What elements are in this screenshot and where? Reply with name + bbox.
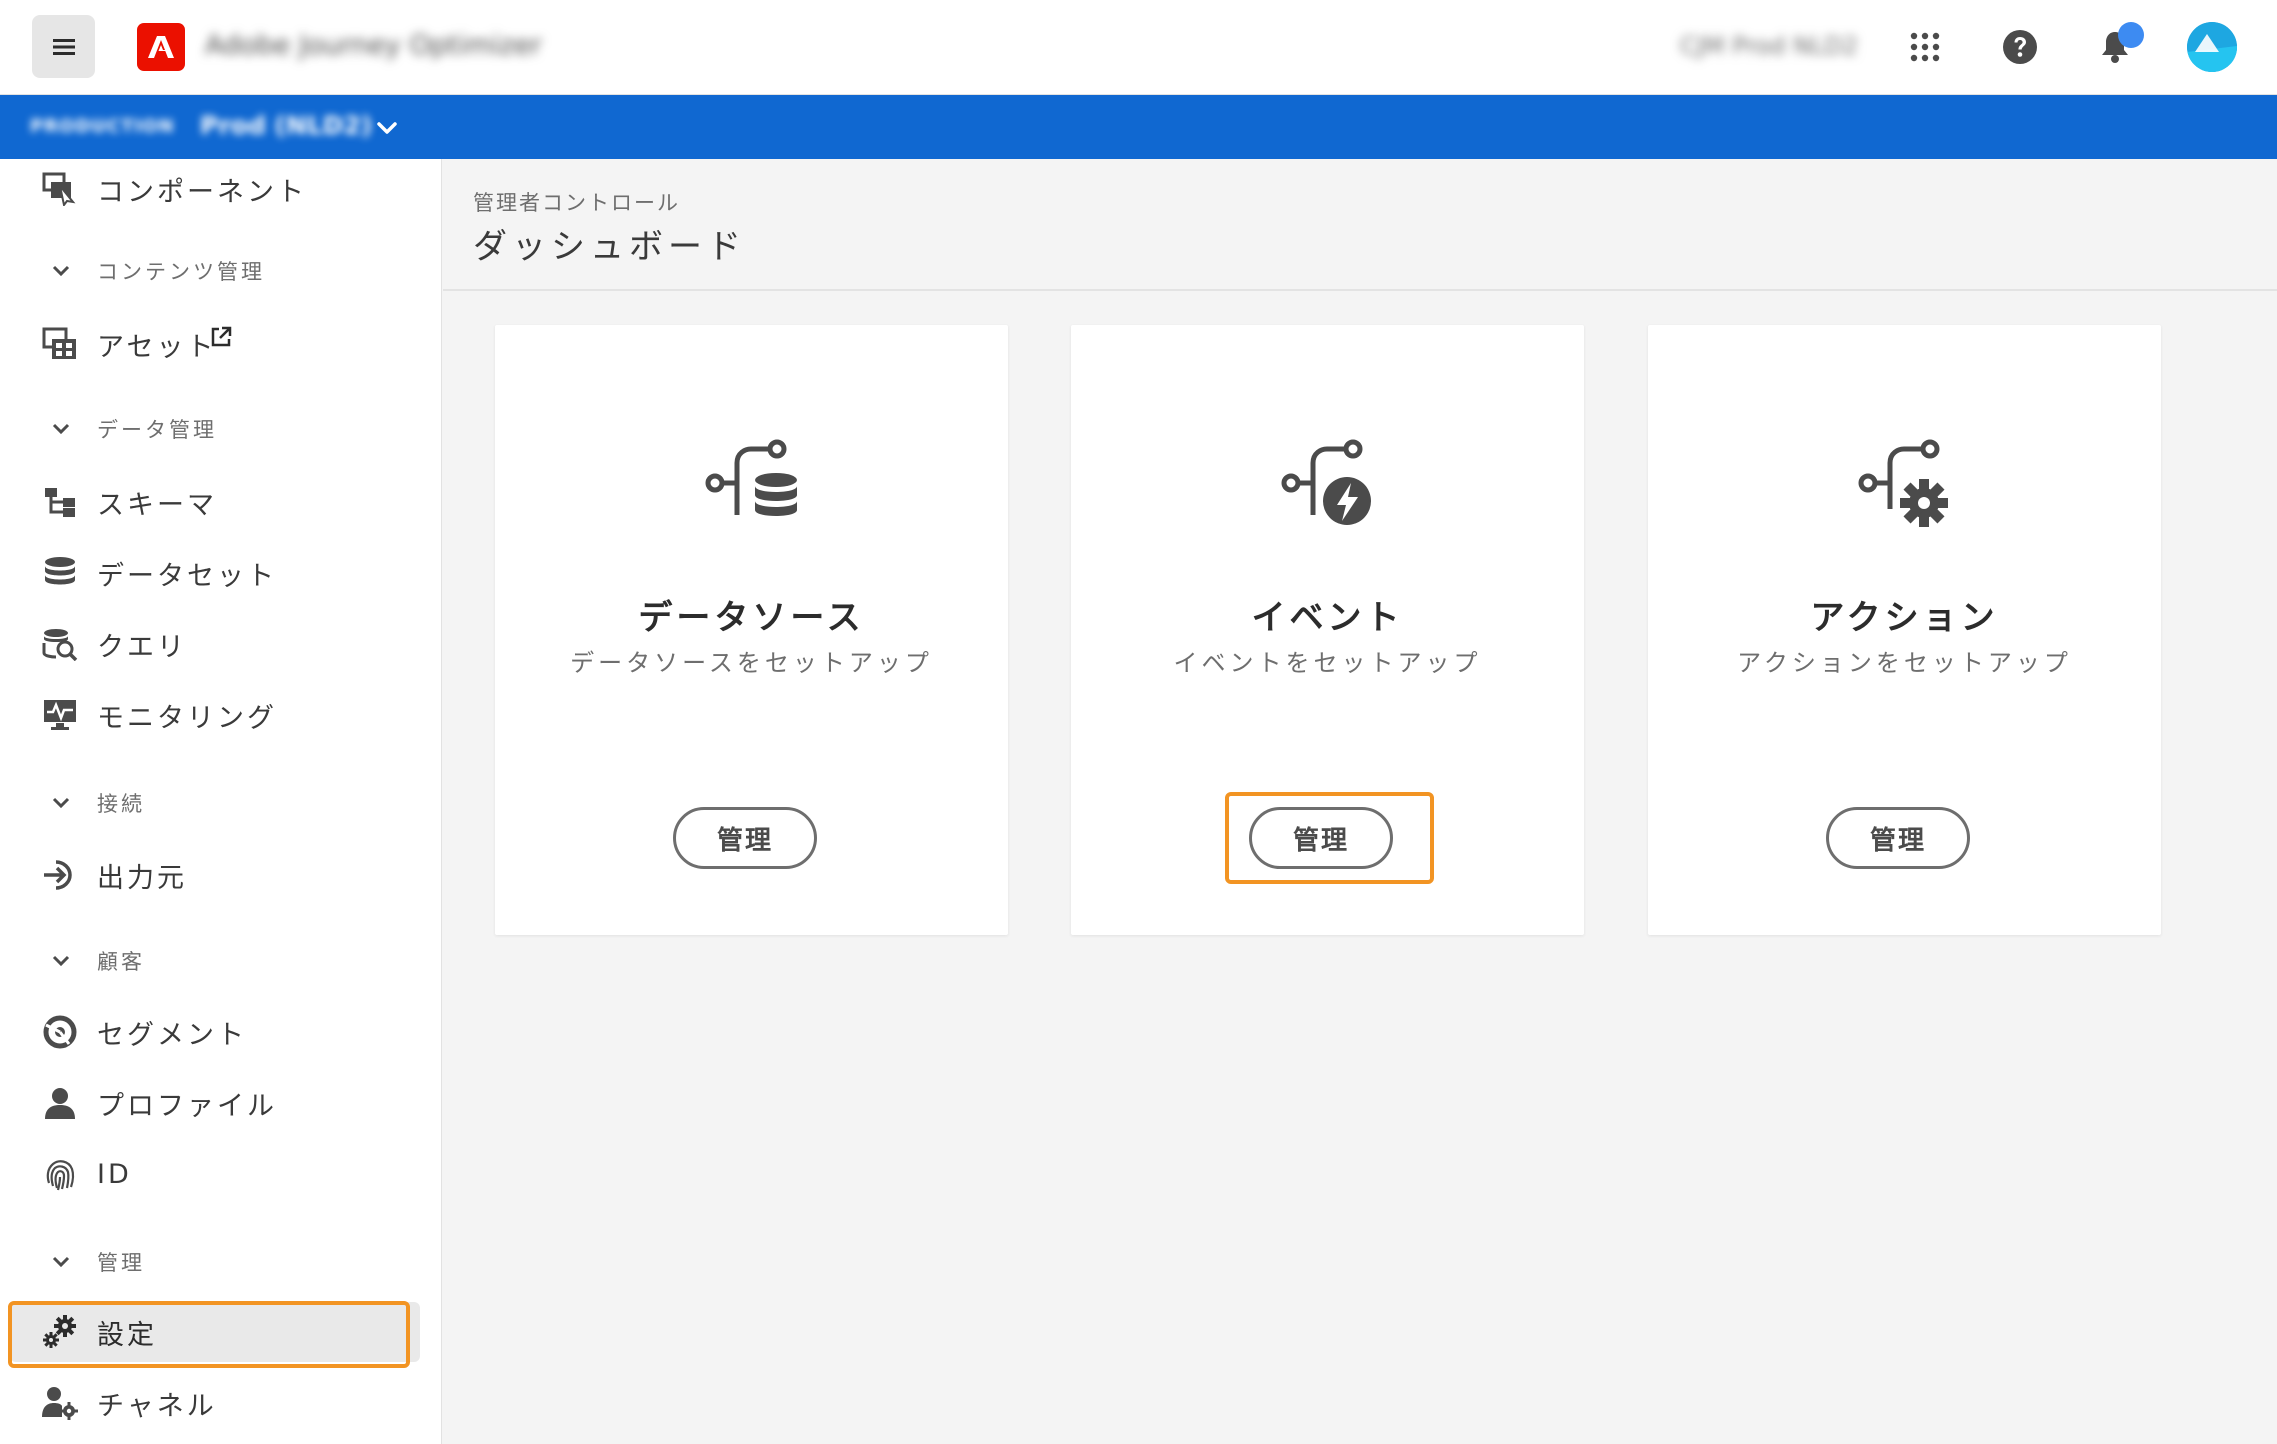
sandbox-switcher[interactable]: Prod (NLD2) bbox=[200, 111, 372, 140]
nav-section-admin[interactable]: 管理 bbox=[0, 1240, 441, 1284]
profile-icon bbox=[40, 1083, 80, 1123]
nav-section-label: 管理 bbox=[97, 1251, 145, 1275]
nav-item-monitoring[interactable]: モニタリング bbox=[0, 685, 441, 745]
monitoring-icon bbox=[40, 695, 80, 735]
nav-item-datasets[interactable]: データセット bbox=[0, 543, 441, 603]
nav-label: 出力元 bbox=[97, 862, 187, 894]
chevron-down-icon bbox=[46, 414, 76, 444]
nav-section-label: 顧客 bbox=[97, 950, 145, 974]
card-subtitle: アクションをセットアップ bbox=[1737, 649, 2072, 677]
page-title: ダッシュボード bbox=[473, 227, 746, 267]
dataset-icon bbox=[40, 553, 80, 593]
nav-section-customer[interactable]: 顧客 bbox=[0, 939, 441, 983]
menu-button[interactable] bbox=[32, 15, 95, 78]
assets-icon bbox=[40, 324, 80, 364]
card-actions: アクション アクションをセットアップ 管理 bbox=[1648, 325, 2161, 935]
chevron-down-icon bbox=[46, 1247, 76, 1277]
card-data-sources: データソース データソースをセットアップ 管理 bbox=[495, 325, 1008, 935]
adobe-logo-icon[interactable] bbox=[137, 23, 185, 71]
nav-item-segments[interactable]: セグメント bbox=[0, 1002, 441, 1062]
nav-label: ID bbox=[97, 1158, 132, 1190]
nav-item-profiles[interactable]: プロファイル bbox=[0, 1073, 441, 1133]
breadcrumb[interactable]: 管理者コントロール bbox=[473, 187, 680, 217]
nav-label: チャネル bbox=[97, 1390, 217, 1422]
chevron-down-icon bbox=[46, 946, 76, 976]
nav-item-identities[interactable]: ID bbox=[0, 1144, 441, 1204]
nav-section-connections[interactable]: 接続 bbox=[0, 781, 441, 825]
page-header: 管理者コントロール ダッシュボード bbox=[443, 159, 2277, 291]
manage-data-sources-button[interactable]: 管理 bbox=[673, 807, 817, 869]
nav-item-schema[interactable]: スキーマ bbox=[0, 472, 441, 532]
nav-label: モニタリング bbox=[97, 702, 277, 734]
card-subtitle: イベントをセットアップ bbox=[1173, 649, 1482, 677]
nav-label: コンポーネント bbox=[97, 176, 307, 208]
event-icon bbox=[1277, 435, 1377, 535]
card-title: イベント bbox=[1251, 598, 1404, 638]
chevron-down-icon bbox=[46, 788, 76, 818]
manage-actions-button[interactable]: 管理 bbox=[1826, 807, 1970, 869]
chevron-down-icon bbox=[46, 256, 76, 286]
query-icon bbox=[40, 624, 80, 664]
org-switcher[interactable]: CJM Prod NLD2 bbox=[1680, 32, 1858, 60]
left-nav: コンポーネント コンテンツ管理 アセット データ管理 スキーマ データセット ク… bbox=[0, 159, 442, 1444]
sandbox-type: PRODUCTION bbox=[30, 116, 175, 137]
app-title: Adobe Journey Optimizer bbox=[205, 30, 542, 61]
channel-icon bbox=[40, 1383, 80, 1423]
card-title: アクション bbox=[1810, 598, 1999, 638]
nav-item-queries[interactable]: クエリ bbox=[0, 614, 441, 674]
nav-section-label: データ管理 bbox=[97, 418, 217, 442]
identity-icon bbox=[40, 1154, 80, 1194]
nav-section-label: 接続 bbox=[97, 792, 145, 816]
menu-icon bbox=[52, 38, 75, 55]
nav-section-data[interactable]: データ管理 bbox=[0, 407, 441, 451]
settings-highlight bbox=[8, 1301, 410, 1368]
nav-label: プロファイル bbox=[97, 1090, 277, 1122]
nav-item-components[interactable]: コンポーネント bbox=[0, 159, 441, 219]
schema-icon bbox=[40, 482, 80, 522]
nav-item-assets[interactable]: アセット bbox=[0, 314, 441, 374]
components-icon bbox=[40, 169, 80, 209]
segment-icon bbox=[40, 1012, 80, 1052]
nav-label: セグメント bbox=[97, 1019, 247, 1051]
help-icon[interactable] bbox=[1995, 22, 2045, 72]
nav-label: データセット bbox=[97, 560, 277, 592]
nav-label: クエリ bbox=[97, 631, 187, 663]
notification-badge bbox=[2118, 22, 2144, 48]
apps-grid-icon[interactable] bbox=[1900, 22, 1950, 72]
external-link-icon bbox=[210, 326, 232, 352]
nav-item-sources[interactable]: 出力元 bbox=[0, 845, 441, 905]
nav-section-content[interactable]: コンテンツ管理 bbox=[0, 249, 441, 293]
sandbox-bar: PRODUCTION Prod (NLD2) bbox=[0, 95, 2277, 159]
datasource-icon bbox=[701, 435, 801, 535]
chevron-down-icon[interactable] bbox=[372, 113, 402, 143]
nav-item-channels[interactable]: チャネル bbox=[0, 1373, 441, 1433]
card-title: データソース bbox=[638, 598, 865, 638]
manage-events-highlight bbox=[1225, 792, 1434, 884]
nav-label: スキーマ bbox=[97, 489, 217, 521]
sources-icon bbox=[40, 855, 80, 895]
nav-label: アセット bbox=[97, 331, 217, 363]
avatar[interactable] bbox=[2187, 22, 2237, 72]
nav-section-label: コンテンツ管理 bbox=[97, 260, 265, 284]
top-bar: Adobe Journey Optimizer CJM Prod NLD2 bbox=[0, 0, 2277, 95]
card-subtitle: データソースをセットアップ bbox=[570, 649, 933, 677]
action-icon bbox=[1854, 435, 1954, 535]
